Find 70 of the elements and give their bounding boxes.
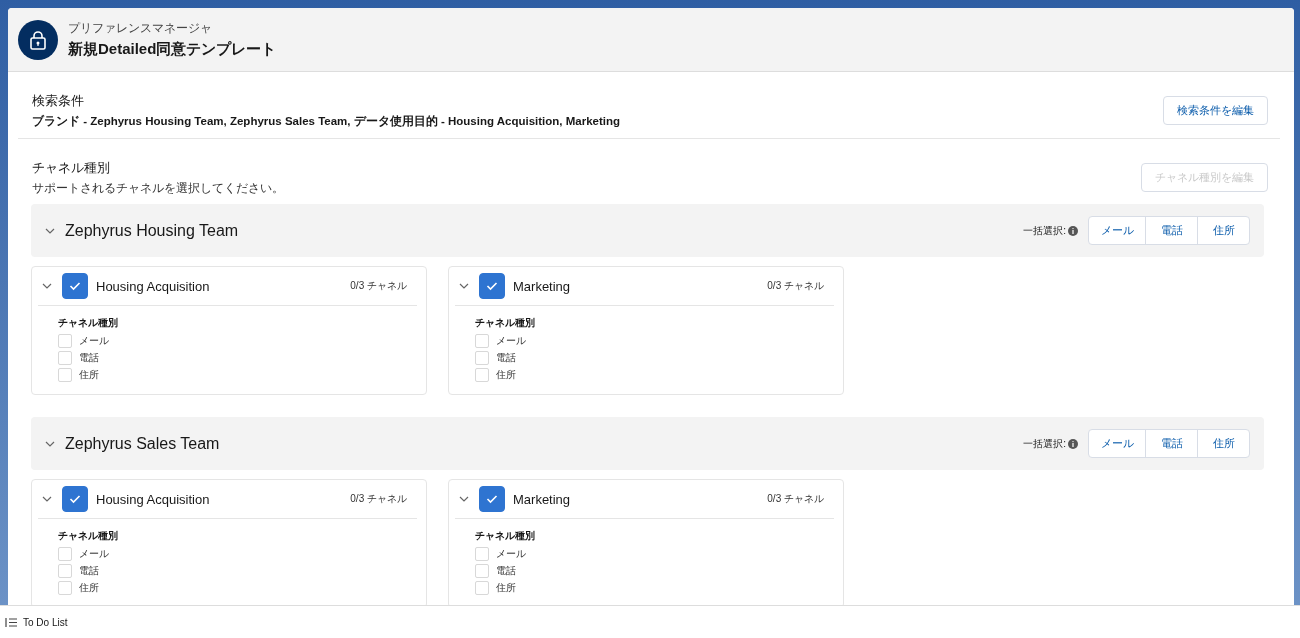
channel-count: 0/3 チャネル [350,492,407,506]
info-icon[interactable] [1068,438,1078,449]
channel-checkbox[interactable] [475,351,489,365]
page-title: 新規Detailed同意テンプレート [68,40,277,59]
chevron-icon[interactable] [459,281,469,291]
channel-label: メール [496,334,526,348]
checkmark-icon [486,494,498,504]
purpose-name: Housing Acquisition [96,491,211,507]
purpose-name: Marketing [513,491,572,507]
purpose-checkbox[interactable] [479,273,505,299]
channel-label: 電話 [496,351,516,365]
bulk-select-button[interactable]: メール [1089,430,1145,457]
checkmark-icon [486,281,498,291]
lock-icon-badge [18,19,58,60]
channel-checkbox[interactable] [58,547,72,561]
filter-summary: ブランド - Zephyrus Housing Team, Zephyrus Sales Team, データ使用目的 - Housing Acquisition, Marketing [32,114,621,129]
purpose-name: Marketing [513,278,572,294]
chevron-icon[interactable] [459,494,469,504]
todo-list-label[interactable]: To Do List [23,616,68,628]
purpose-checkbox[interactable] [479,486,505,512]
channel-checkbox[interactable] [475,581,489,595]
bulk-select-button[interactable]: メール [1089,217,1145,244]
channel-label: 住所 [79,368,99,382]
chevron-icon[interactable] [42,281,52,291]
channel-count: 0/3 チャネル [350,279,407,293]
channel-checkbox[interactable] [58,581,72,595]
channel-checkbox[interactable] [58,351,72,365]
channel-label: メール [496,547,526,561]
brand-name: Zephyrus Housing Team [65,221,240,240]
channel-checkbox[interactable] [475,334,489,348]
channel-group-label: チャネル種別 [475,529,536,543]
purpose-checkbox[interactable] [62,486,88,512]
list-icon[interactable] [5,616,17,628]
checkmark-icon [69,494,81,504]
bulk-select-label: 一括選択: [1023,223,1066,238]
channel-count: 0/3 チャネル [767,279,824,293]
channel-group-label: チャネル種別 [58,529,119,543]
chevron-icon[interactable] [42,494,52,504]
section-label: チャネル種別 [32,159,111,177]
bulk-select-button[interactable]: 住所 [1197,430,1249,457]
channel-checkbox[interactable] [475,564,489,578]
checkmark-icon [69,281,81,291]
channel-checkbox[interactable] [475,368,489,382]
channel-group-label: チャネル種別 [475,316,536,330]
channel-label: 電話 [79,351,99,365]
section-hint: サポートされるチャネルを選択してください。 [32,181,284,196]
bulk-select-label: 一括選択: [1023,436,1066,451]
channel-label: 住所 [496,368,516,382]
channel-checkbox[interactable] [58,564,72,578]
channel-checkbox[interactable] [58,368,72,382]
purpose-name: Housing Acquisition [96,278,211,294]
section-label: 検索条件 [32,92,85,110]
channel-group-label: チャネル種別 [58,316,119,330]
channel-checkbox[interactable] [58,334,72,348]
channel-label: 電話 [496,564,516,578]
brand-name: Zephyrus Sales Team [65,434,221,453]
edit-filter-button[interactable]: 検索条件を編集 [1163,96,1268,125]
bulk-select-button[interactable]: 電話 [1145,217,1197,244]
channel-label: 電話 [79,564,99,578]
channel-label: 住所 [79,581,99,595]
bulk-select-button[interactable]: 住所 [1197,217,1249,244]
channel-checkbox[interactable] [475,547,489,561]
channel-count: 0/3 チャネル [767,492,824,506]
info-icon[interactable] [1068,225,1078,236]
app-subtitle: プリファレンスマネージャ [68,20,213,37]
channel-label: メール [79,547,109,561]
purpose-checkbox[interactable] [62,273,88,299]
channel-label: メール [79,334,109,348]
bulk-select-button[interactable]: 電話 [1145,430,1197,457]
channel-label: 住所 [496,581,516,595]
